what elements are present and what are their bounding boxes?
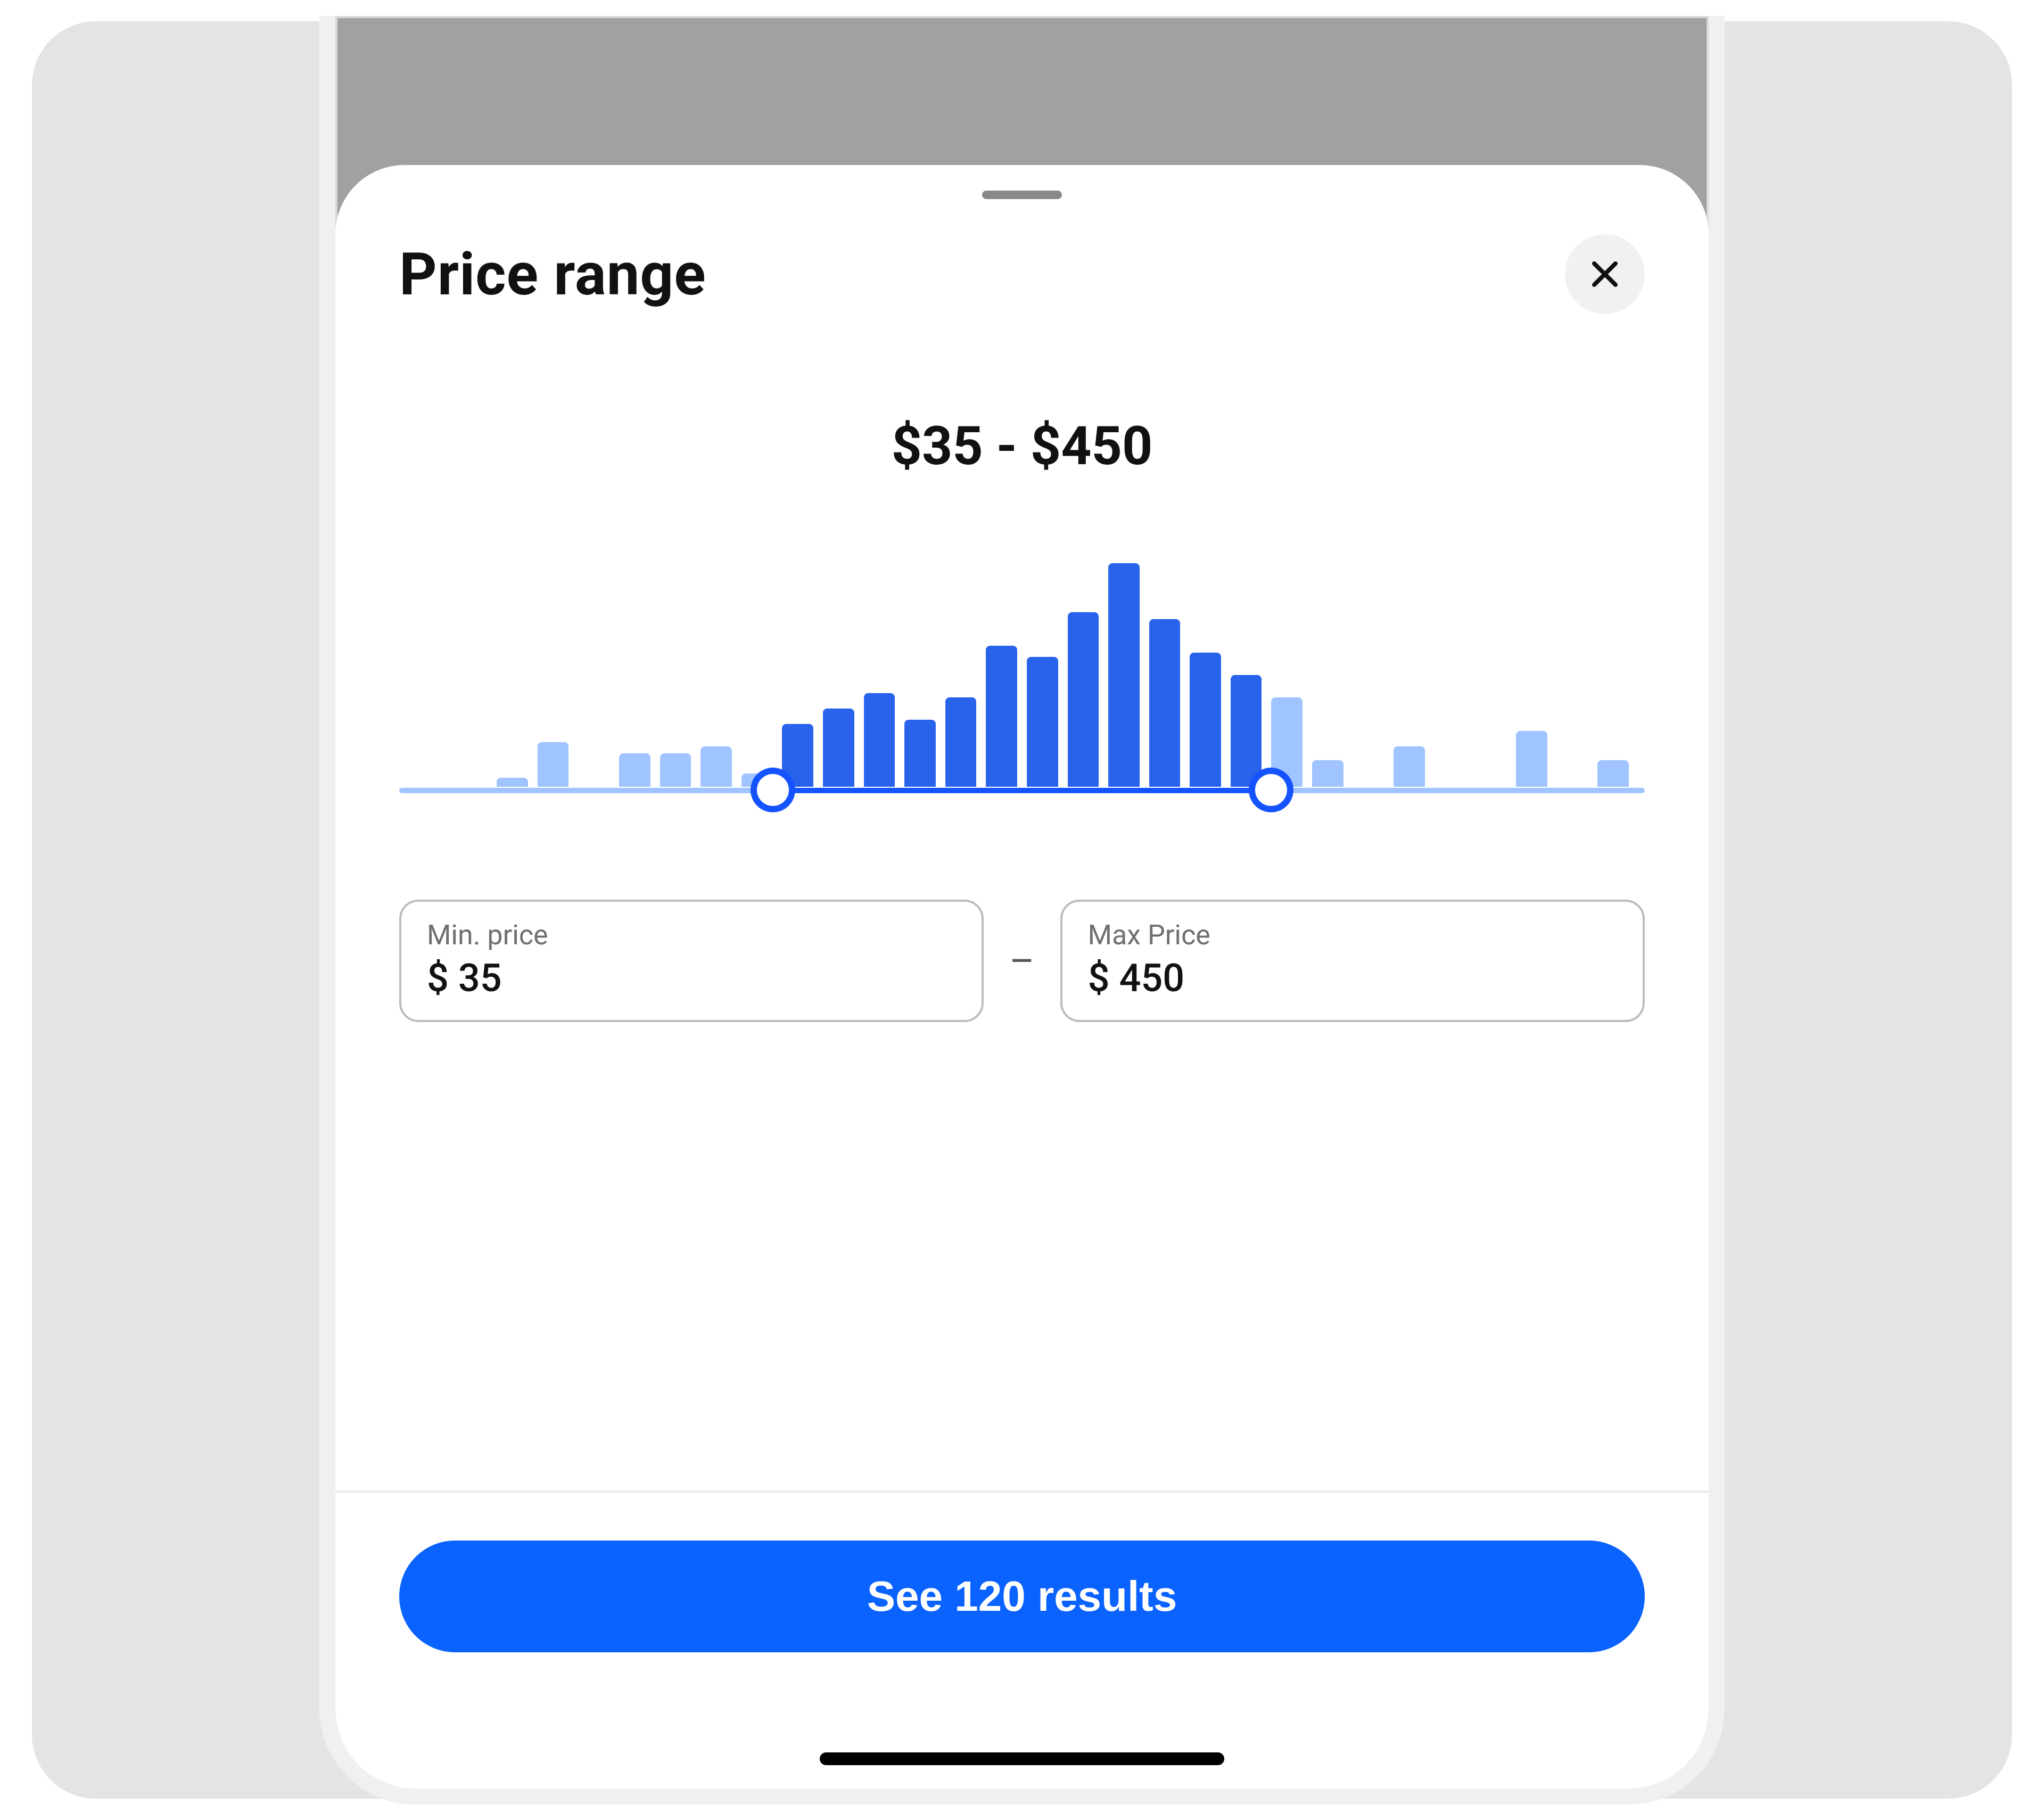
histogram-bar <box>986 646 1017 787</box>
price-inputs-row: Min. price – Max Price <box>399 900 1645 1022</box>
sheet-title: Price range <box>399 240 706 309</box>
histogram-bar <box>864 693 895 787</box>
sheet-header: Price range <box>399 234 1645 314</box>
sheet-grabber[interactable] <box>982 191 1062 199</box>
min-price-field[interactable]: Min. price <box>399 900 984 1022</box>
see-results-button[interactable]: See 120 results <box>399 1541 1645 1652</box>
histogram-bar <box>823 709 854 787</box>
histogram-bar <box>1108 563 1140 787</box>
slider-track[interactable] <box>399 788 1645 793</box>
slider-track-fill <box>773 788 1271 793</box>
close-icon <box>1589 258 1621 290</box>
histogram-bar <box>538 742 569 787</box>
phone-frame: Price range $35 - $450 <box>319 16 1725 1805</box>
histogram-bar <box>945 697 977 787</box>
stage-card: Price range $35 - $450 <box>32 21 2012 1799</box>
min-price-label: Min. price <box>427 919 956 951</box>
price-histogram <box>399 559 1645 825</box>
slider-handle-max[interactable] <box>1249 768 1293 812</box>
histogram-bar <box>1149 619 1181 787</box>
histogram-bar <box>660 753 691 787</box>
home-indicator <box>820 1752 1224 1765</box>
histogram-bar <box>1231 675 1262 787</box>
histogram-bars <box>399 563 1645 787</box>
sheet-footer: See 120 results <box>335 1490 1709 1789</box>
histogram-bar <box>1597 760 1629 787</box>
input-separator: – <box>1005 938 1039 984</box>
histogram-bar <box>904 720 936 787</box>
min-price-input[interactable] <box>427 956 956 1001</box>
histogram-bar <box>1312 760 1344 787</box>
histogram-bar <box>619 753 650 787</box>
histogram-bar <box>1516 731 1547 787</box>
histogram-bar <box>1190 653 1221 787</box>
canvas: Price range $35 - $450 <box>0 0 2044 1820</box>
max-price-field[interactable]: Max Price <box>1060 900 1645 1022</box>
max-price-label: Max Price <box>1088 919 1617 951</box>
slider-handle-min[interactable] <box>751 768 795 812</box>
price-range-sheet: Price range $35 - $450 <box>335 165 1709 1789</box>
histogram-bar <box>1394 746 1425 787</box>
selected-range-summary: $35 - $450 <box>335 415 1709 477</box>
close-button[interactable] <box>1565 234 1645 314</box>
histogram-bar <box>1027 657 1058 787</box>
histogram-bar <box>1068 612 1099 787</box>
histogram-bar <box>497 778 528 787</box>
histogram-bar <box>700 746 732 787</box>
max-price-input[interactable] <box>1088 956 1617 1001</box>
